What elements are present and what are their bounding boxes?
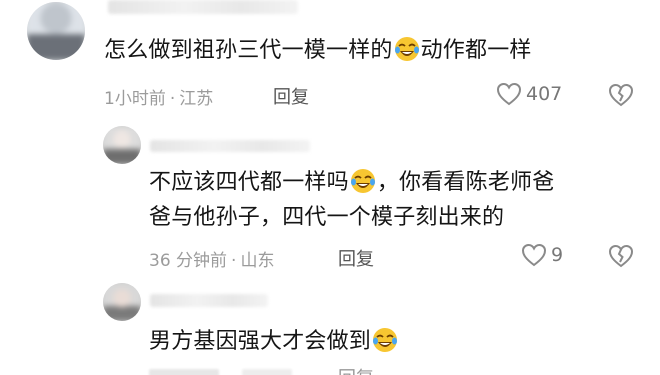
like-button[interactable]: 9 xyxy=(521,243,563,267)
broken-heart-icon xyxy=(608,244,634,268)
broken-heart-icon xyxy=(608,83,634,107)
laughing-crying-emoji xyxy=(372,327,398,353)
comment-location: 江苏 xyxy=(179,89,214,109)
comment-meta: 36 分钟前 · 山东 xyxy=(149,246,274,271)
comment-meta-cut-off xyxy=(149,366,293,375)
avatar[interactable] xyxy=(103,283,141,321)
laughing-crying-emoji xyxy=(350,168,376,194)
comment-time: 1小时前 xyxy=(104,89,166,109)
comment-text: 不应该四代都一样吗 ，你看看陈老师爸 xyxy=(149,168,555,195)
username-blurred[interactable] xyxy=(150,140,310,152)
comment-text: 怎么做到祖孙三代一模一样的 动作都一样 xyxy=(104,36,532,63)
dislike-button[interactable] xyxy=(608,244,634,272)
avatar[interactable] xyxy=(103,126,141,164)
like-button[interactable]: 407 xyxy=(496,82,562,106)
heart-icon xyxy=(496,82,522,106)
comment-location: 山东 xyxy=(240,251,275,271)
reply-button[interactable]: 回复 xyxy=(338,245,374,271)
laughing-crying-emoji xyxy=(394,36,420,62)
reply-button-cut-off[interactable]: 回复 xyxy=(338,364,374,375)
heart-icon xyxy=(521,243,547,267)
username-blurred[interactable] xyxy=(108,0,298,14)
comment-text: 男方基因强大才会做到 xyxy=(149,326,399,358)
username-blurred[interactable] xyxy=(150,294,268,307)
avatar[interactable] xyxy=(27,2,85,60)
reply-button[interactable]: 回复 xyxy=(273,83,309,109)
comment-meta: 1小时前 · 江苏 xyxy=(104,84,213,109)
dislike-button[interactable] xyxy=(608,83,634,111)
like-count: 9 xyxy=(551,244,564,266)
comment-time: 36 分钟前 xyxy=(149,251,228,271)
comment-text-line2: 爸与他孙子，四代一个模子刻出来的 xyxy=(149,205,505,230)
separator: · xyxy=(231,251,237,271)
like-count: 407 xyxy=(526,83,563,105)
separator: · xyxy=(169,89,176,109)
